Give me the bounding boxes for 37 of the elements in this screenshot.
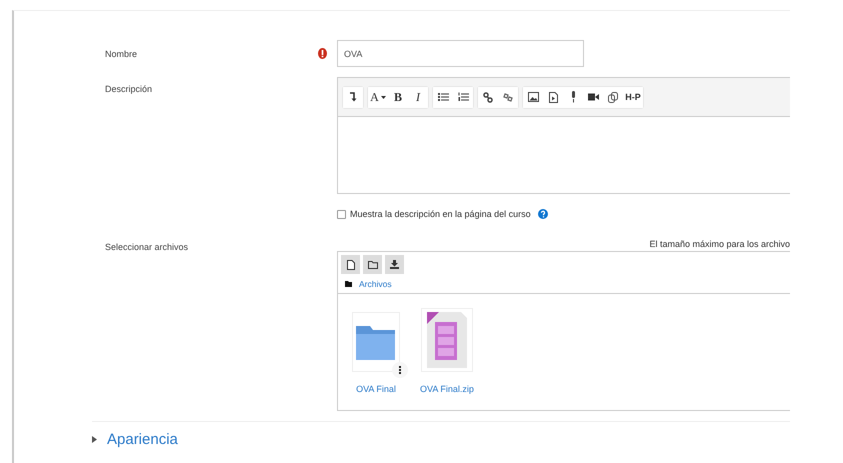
zip-file-icon[interactable] xyxy=(420,308,473,372)
field-label: Descripción xyxy=(104,83,154,94)
checkbox[interactable] xyxy=(337,210,346,218)
image-icon xyxy=(528,92,538,102)
media-file-icon xyxy=(548,92,558,102)
folder-icon xyxy=(345,281,352,287)
folder-icon xyxy=(368,260,378,268)
logo-button[interactable]: H-P xyxy=(623,86,643,108)
caret-icon xyxy=(380,96,386,98)
microphone-icon xyxy=(570,91,576,103)
link-icon xyxy=(483,92,493,102)
arrow-icon xyxy=(349,92,357,102)
unlink-icon xyxy=(503,92,513,102)
download-button[interactable] xyxy=(385,255,404,274)
file-name-link[interactable]: OVA Final xyxy=(356,384,396,394)
field-label: Nombre xyxy=(104,48,138,59)
collapse-button[interactable] xyxy=(343,86,363,108)
breadcrumb-link[interactable]: Archivos xyxy=(359,279,392,289)
video-camera-icon xyxy=(588,93,598,101)
description-editor[interactable]: A B I H-P xyxy=(337,77,790,194)
numbered-list-icon xyxy=(458,92,468,102)
checkbox-label: Muestra la descripción en la página del curso xyxy=(350,209,531,219)
help-icon[interactable] xyxy=(538,209,548,219)
file-name-link[interactable]: OVA Final.zip xyxy=(420,384,474,394)
name-input-field[interactable]: OVA xyxy=(337,40,584,67)
file-icon xyxy=(346,260,354,270)
max-size-note: El tamaño máximo para los archivo xyxy=(649,239,790,249)
more-options-button[interactable] xyxy=(392,362,408,378)
file-button[interactable] xyxy=(341,255,360,274)
download-icon xyxy=(390,260,399,269)
bullet-list-icon xyxy=(438,92,448,102)
font-button[interactable]: A xyxy=(368,86,388,108)
caret-icon[interactable] xyxy=(92,436,97,443)
files-icon xyxy=(608,92,618,102)
folder-button[interactable] xyxy=(363,255,382,274)
section-header-link[interactable]: Apariencia xyxy=(107,431,178,448)
field-label: Seleccionar archivos xyxy=(104,242,190,252)
